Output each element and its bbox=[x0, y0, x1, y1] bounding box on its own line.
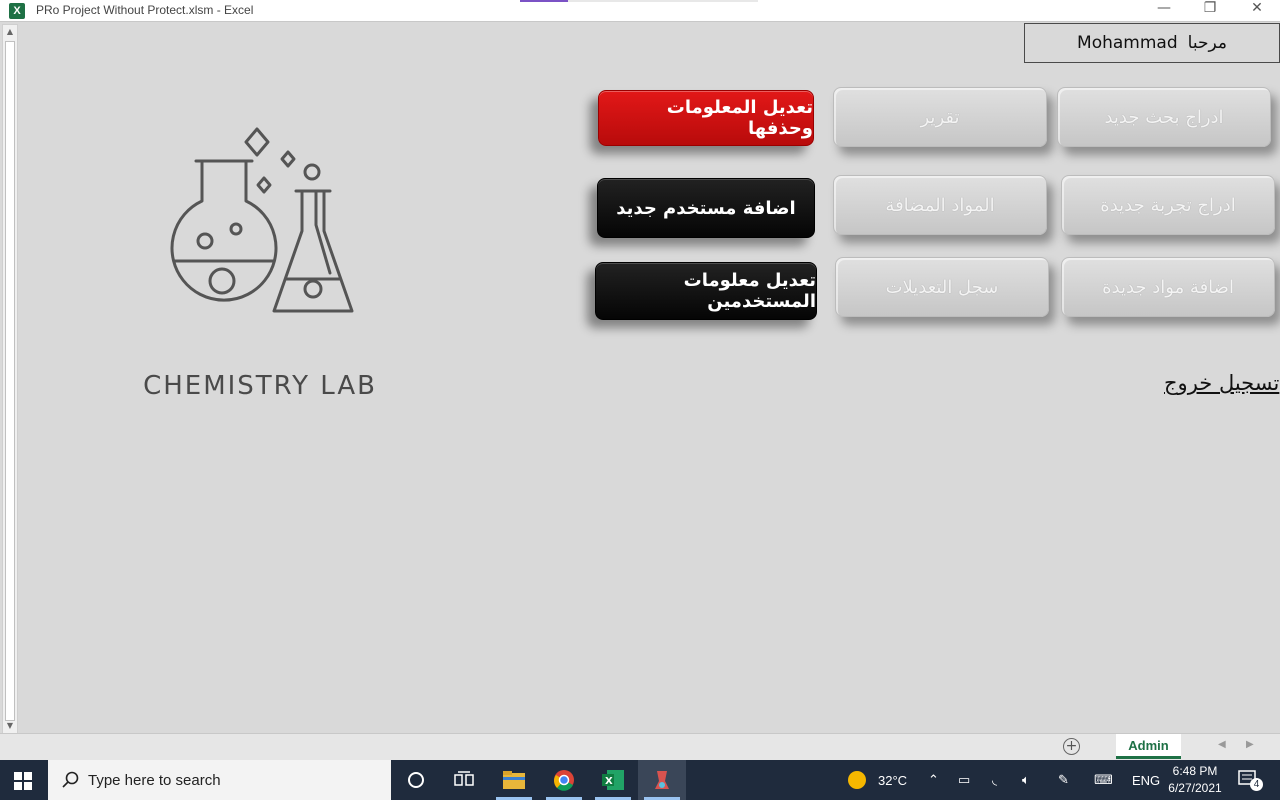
temperature: 32°C bbox=[878, 772, 908, 788]
close-button[interactable]: ✕ bbox=[1234, 0, 1280, 22]
chrome-icon[interactable] bbox=[540, 760, 588, 800]
add-user-button[interactable]: اضافة مستخدم جديد bbox=[597, 178, 815, 238]
worksheet-area: Mohammad مرحبا تعديل المعلومات وحذفها تق… bbox=[20, 23, 1280, 733]
windows-start-icon[interactable] bbox=[14, 772, 32, 790]
added-materials-button[interactable]: المواد المضافة bbox=[833, 175, 1047, 235]
notification-count: 4 bbox=[1250, 778, 1263, 791]
taskbar-search[interactable]: Type here to search bbox=[48, 760, 391, 800]
edit-delete-info-button[interactable]: تعديل المعلومات وحذفها bbox=[598, 90, 814, 146]
add-sheet-icon[interactable]: + bbox=[1063, 738, 1080, 755]
battery-icon[interactable]: ▭ bbox=[958, 760, 970, 800]
excel-icon: X bbox=[9, 3, 25, 19]
wifi-icon[interactable]: ◟ bbox=[992, 760, 997, 800]
flask-icon bbox=[170, 127, 354, 313]
app-taskbar-icon[interactable] bbox=[638, 760, 686, 800]
notification-icon[interactable]: 4 bbox=[1238, 760, 1263, 800]
title-accent-gray bbox=[568, 0, 758, 2]
scroll-down-icon[interactable]: ▼ bbox=[3, 719, 17, 733]
sun-icon bbox=[848, 771, 866, 789]
svg-text:X: X bbox=[605, 776, 613, 787]
logout-link[interactable]: تسجيل خروج bbox=[1164, 371, 1279, 395]
search-icon bbox=[62, 771, 79, 788]
file-explorer-icon[interactable] bbox=[490, 760, 538, 800]
weather-widget[interactable]: 32°C bbox=[846, 760, 907, 800]
tab-admin[interactable]: Admin bbox=[1116, 734, 1181, 759]
window-title: PRo Project Without Protect.xlsm - Excel bbox=[36, 3, 254, 17]
tab-prev-icon[interactable]: ◀ bbox=[1218, 739, 1226, 750]
title-bar: X PRo Project Without Protect.xlsm - Exc… bbox=[0, 0, 1280, 22]
vertical-scrollbar[interactable]: ▲ ▼ bbox=[2, 24, 18, 734]
task-view-icon[interactable] bbox=[440, 760, 488, 800]
cortana-icon[interactable] bbox=[392, 760, 440, 800]
title-accent bbox=[520, 0, 568, 2]
new-research-button[interactable]: ادراج بحث جديد bbox=[1057, 87, 1271, 147]
tab-next-icon[interactable]: ▶ bbox=[1246, 739, 1254, 750]
welcome-box: Mohammad مرحبا bbox=[1024, 23, 1280, 63]
edit-log-button[interactable]: سجل التعديلات bbox=[835, 257, 1049, 317]
keyboard-icon[interactable]: ⌨ bbox=[1094, 760, 1113, 800]
add-materials-button[interactable]: اضافة مواد جديدة bbox=[1061, 257, 1275, 317]
search-placeholder: Type here to search bbox=[88, 771, 221, 789]
clock-time: 6:48 PM bbox=[1172, 764, 1218, 778]
scroll-thumb[interactable] bbox=[5, 41, 15, 721]
logo-text: CHEMISTRY LAB bbox=[143, 371, 377, 401]
restore-button[interactable]: ❐ bbox=[1187, 0, 1233, 22]
language-indicator[interactable]: ENG bbox=[1132, 760, 1160, 800]
report-button[interactable]: تقرير bbox=[833, 87, 1047, 147]
pen-icon[interactable]: ✎ bbox=[1058, 760, 1069, 800]
edit-users-button[interactable]: تعديل معلومات المستخدمين bbox=[595, 262, 817, 320]
minimize-button[interactable]: — bbox=[1141, 0, 1187, 22]
volume-icon[interactable]: 🔈︎ bbox=[1022, 760, 1030, 800]
greeting-label: مرحبا bbox=[1187, 33, 1227, 53]
clock[interactable]: 6:48 PM 6/27/2021 bbox=[1158, 763, 1232, 797]
scroll-up-icon[interactable]: ▲ bbox=[3, 25, 17, 39]
new-experiment-button[interactable]: ادراج تجربة جديدة bbox=[1061, 175, 1275, 235]
sheet-tab-bar: + Admin ◀ ▶ bbox=[0, 733, 1280, 760]
clock-date: 6/27/2021 bbox=[1168, 781, 1222, 795]
excel-taskbar-icon[interactable]: X bbox=[589, 760, 637, 800]
user-name: Mohammad bbox=[1077, 33, 1178, 53]
windows-taskbar: Type here to search X 32°C ⌃ ▭ ◟ 🔈︎ ✎ ⌨ … bbox=[0, 760, 1280, 800]
tray-chevron-icon[interactable]: ⌃ bbox=[928, 760, 939, 800]
